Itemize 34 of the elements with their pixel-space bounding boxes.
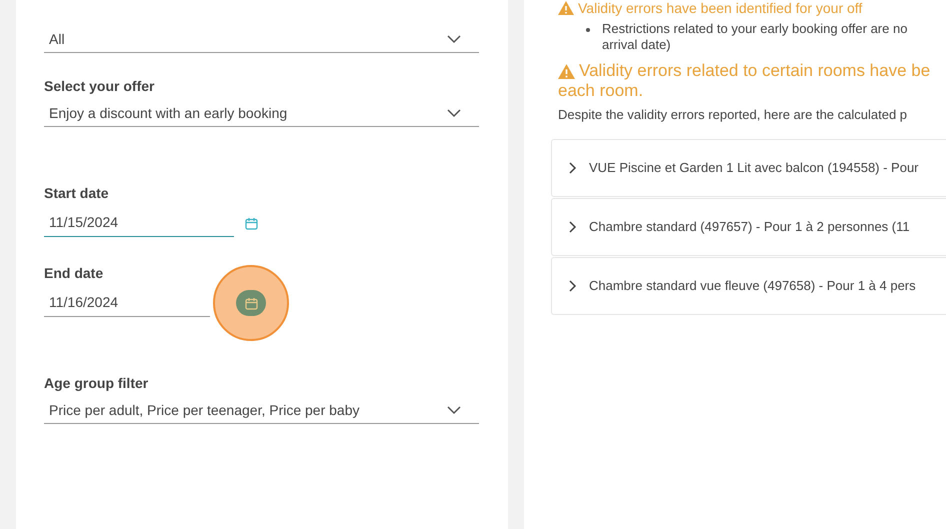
calendar-icon	[244, 216, 258, 230]
restriction-text: Restrictions related to your early booking offer are no	[602, 21, 908, 37]
bullet-icon	[586, 28, 590, 32]
calendar-icon	[244, 296, 258, 310]
warning-heading: each room.	[558, 81, 644, 101]
field-label: Age group filter	[44, 374, 150, 393]
dropdown[interactable]: Enjoy a discount with an early booking	[44, 101, 479, 127]
chevron-down-icon	[447, 35, 461, 44]
warning-icon	[558, 64, 575, 78]
chevron-icon	[569, 280, 577, 292]
room-title: Chambre standard vue fleuve (497658) - Pour 1 à 4 pers	[589, 276, 916, 295]
warning-heading: Validity errors related to certain rooms have be	[579, 61, 930, 81]
dropdown-value: Enjoy a discount with an early booking	[49, 104, 288, 123]
chevron-icon	[569, 220, 577, 232]
dropdown-value: All	[49, 30, 65, 49]
room-accordion[interactable]: Chambre standard (497657) - Pour 1 à 2 personnes (11	[551, 198, 946, 256]
warning-heading: Validity errors have been identified for your off	[558, 0, 946, 16]
date-input[interactable]: 11/16/2024	[44, 289, 210, 317]
field-label: End date	[44, 264, 104, 283]
dropdown-value: Price per adult, Price per teenager, Price per baby	[49, 401, 360, 420]
chevron-down-icon	[447, 109, 461, 118]
chevron-down-icon	[447, 406, 461, 415]
room-accordion[interactable]: Chambre standard vue fleuve (497658) - Pour 1 à 4 pers	[551, 256, 946, 314]
chevron-icon	[569, 162, 577, 174]
restriction-text: arrival date)	[602, 37, 672, 53]
note-text: Despite the validity errors reported, here are the calculated p	[558, 106, 908, 124]
room-title: Chambre standard (497657) - Pour 1 à 2 personnes (11	[589, 218, 910, 236]
date-input[interactable]: 11/15/2024	[44, 209, 234, 237]
field-label: Select your offer	[44, 77, 156, 96]
dropdown[interactable]: All	[44, 27, 479, 53]
dropdown[interactable]: Price per adult, Price per teenager, Price per baby	[44, 398, 479, 424]
room-accordion[interactable]: VUE Piscine et Garden 1 Lit avec balcon (194558) - Pour	[551, 138, 946, 196]
room-title: VUE Piscine et Garden 1 Lit avec balcon (194558) - Pour	[589, 158, 919, 177]
field-label: Start date	[44, 184, 110, 203]
